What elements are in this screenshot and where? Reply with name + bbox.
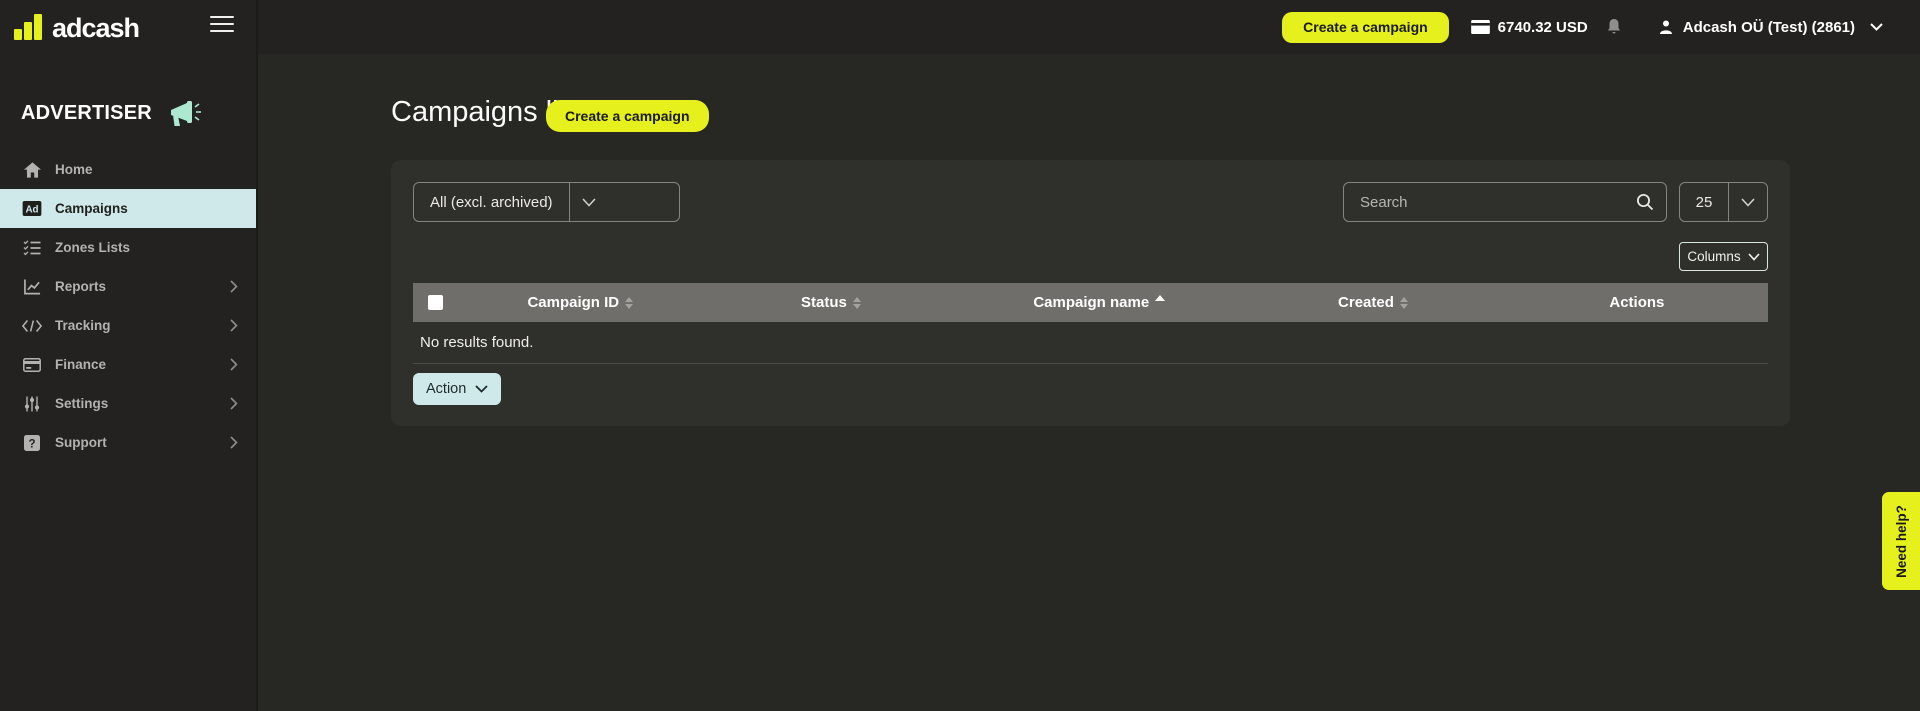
- action-button-label: Action: [426, 381, 466, 397]
- status-filter-select[interactable]: All (excl. archived): [413, 182, 680, 222]
- sidebar-item-label: Reports: [55, 279, 106, 294]
- column-header-status[interactable]: Status: [704, 294, 959, 311]
- portal-label-row: ADVERTISER: [0, 98, 256, 128]
- chevron-down-icon: [475, 385, 488, 393]
- sidebar-item-label: Finance: [55, 357, 106, 372]
- sort-ascending-icon: [1155, 295, 1165, 301]
- column-header-label: Status: [801, 294, 847, 311]
- account-menu[interactable]: Adcash OÜ (Test) (2861): [1658, 19, 1883, 36]
- user-icon: [1658, 19, 1674, 35]
- sidebar-menu: Home Ad Campaigns Zones Lists Reports Trackin…: [0, 150, 256, 462]
- sort-icon: [1400, 297, 1408, 309]
- account-balance[interactable]: 6740.32 USD: [1471, 19, 1588, 36]
- adcash-logo-bars-icon: [14, 14, 44, 40]
- status-filter-value: All (excl. archived): [414, 183, 569, 221]
- account-name: Adcash OÜ (Test) (2861): [1683, 19, 1855, 36]
- chevron-down-icon: [1728, 183, 1767, 221]
- columns-button[interactable]: Columns: [1679, 242, 1768, 271]
- sidebar-item-zones-lists[interactable]: Zones Lists: [0, 228, 256, 267]
- chevron-down-icon: [569, 183, 608, 221]
- chevron-right-icon: [230, 319, 238, 332]
- sidebar-item-label: Tracking: [55, 318, 111, 333]
- sidebar-item-label: Campaigns: [55, 201, 128, 216]
- chevron-right-icon: [230, 436, 238, 449]
- sidebar-item-support[interactable]: ? Support: [0, 423, 256, 462]
- empty-state-message: No results found.: [413, 322, 1768, 363]
- chevron-right-icon: [230, 358, 238, 371]
- list-check-icon: [22, 240, 42, 256]
- sliders-icon: [22, 396, 42, 412]
- svg-text:?: ?: [28, 438, 35, 450]
- sidebar-item-campaigns[interactable]: Ad Campaigns: [0, 189, 256, 228]
- question-icon: ?: [22, 435, 42, 451]
- page-size-select[interactable]: 25: [1679, 182, 1768, 222]
- chevron-right-icon: [230, 397, 238, 410]
- hamburger-menu-icon[interactable]: [210, 16, 234, 32]
- home-icon: [22, 162, 42, 178]
- sidebar-item-label: Settings: [55, 396, 108, 411]
- sidebar-item-home[interactable]: Home: [0, 150, 256, 189]
- action-button[interactable]: Action: [413, 373, 501, 405]
- sort-icon: [625, 297, 633, 309]
- sidebar-item-finance[interactable]: Finance: [0, 345, 256, 384]
- columns-button-label: Columns: [1687, 249, 1740, 264]
- app-window: Create a campaign 6740.32 USD Adcash OÜ …: [0, 0, 1920, 711]
- wallet-icon: [1471, 20, 1490, 34]
- top-bar: Create a campaign 6740.32 USD Adcash OÜ …: [0, 0, 1920, 54]
- svg-text:Ad: Ad: [25, 204, 38, 215]
- column-header-label: Campaign ID: [527, 294, 619, 311]
- sidebar-item-settings[interactable]: Settings: [0, 384, 256, 423]
- column-header-campaign-name[interactable]: Campaign name: [958, 294, 1240, 311]
- column-header-label: Created: [1338, 294, 1394, 311]
- sidebar-item-tracking[interactable]: Tracking: [0, 306, 256, 345]
- column-header-campaign-id[interactable]: Campaign ID: [457, 294, 704, 311]
- need-help-tab[interactable]: Need help?: [1882, 492, 1920, 590]
- megaphone-icon: [164, 98, 204, 128]
- search-input[interactable]: [1360, 194, 1636, 211]
- table-header-row: Campaign ID Status Campaign name Created Act…: [413, 283, 1768, 322]
- create-campaign-button[interactable]: Create a campaign: [546, 100, 709, 132]
- sidebar: adcash ADVERTISER HomeAdCampaig: [0, 0, 258, 711]
- chevron-down-icon: [1748, 253, 1760, 261]
- search-box: [1343, 182, 1667, 222]
- sidebar-item-reports[interactable]: Reports: [0, 267, 256, 306]
- chart-icon: [22, 279, 42, 295]
- sidebar-item-label: Home: [55, 162, 93, 177]
- ad-icon: Ad: [22, 201, 42, 216]
- chevron-right-icon: [230, 280, 238, 293]
- need-help-label: Need help?: [1894, 505, 1909, 578]
- chevron-down-icon: [1870, 23, 1883, 31]
- logo-text: adcash: [52, 15, 139, 42]
- balance-amount: 6740.32 USD: [1498, 19, 1588, 36]
- campaigns-panel: All (excl. archived) 25: [391, 160, 1790, 426]
- create-campaign-button-topbar[interactable]: Create a campaign: [1282, 12, 1449, 43]
- sidebar-item-label: Support: [55, 435, 107, 450]
- select-all-checkbox[interactable]: [428, 295, 443, 310]
- code-icon: [22, 319, 42, 333]
- page-size-value: 25: [1680, 183, 1728, 221]
- portal-label: ADVERTISER: [21, 102, 152, 125]
- credit-card-icon: [22, 358, 42, 372]
- search-icon[interactable]: [1636, 193, 1654, 211]
- sort-icon: [853, 297, 861, 309]
- column-header-actions: Actions: [1506, 294, 1768, 311]
- column-header-created[interactable]: Created: [1240, 294, 1506, 311]
- column-header-label: Actions: [1609, 294, 1664, 311]
- column-header-label: Campaign name: [1033, 294, 1149, 311]
- notifications-bell-icon[interactable]: [1606, 18, 1622, 36]
- table-footer-divider: [413, 363, 1768, 364]
- adcash-logo[interactable]: adcash: [14, 14, 139, 40]
- sidebar-item-label: Zones Lists: [55, 240, 130, 255]
